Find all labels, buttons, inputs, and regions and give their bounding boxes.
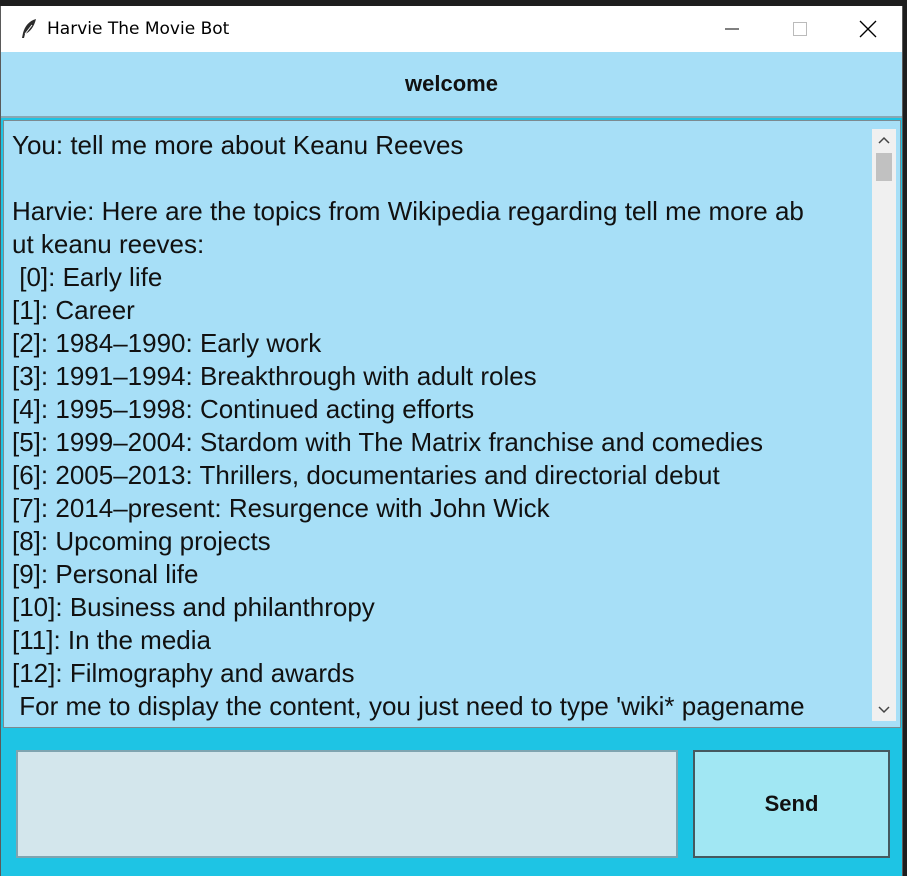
minimize-button[interactable] (698, 6, 766, 52)
scroll-down-button[interactable] (872, 699, 896, 721)
title-bar[interactable]: Harvie The Movie Bot (1, 6, 902, 52)
chevron-down-icon (878, 706, 890, 714)
minimize-icon (725, 28, 739, 30)
app-window: Harvie The Movie Bot welcome You: tell m… (0, 6, 903, 876)
message-input[interactable] (16, 750, 678, 858)
header-bar: welcome (1, 52, 902, 118)
feather-icon (22, 19, 36, 38)
scroll-up-button[interactable] (872, 129, 896, 151)
maximize-button[interactable] (766, 6, 834, 52)
send-button[interactable]: Send (693, 750, 890, 858)
header-title: welcome (405, 71, 498, 96)
window-title: Harvie The Movie Bot (47, 19, 230, 39)
window-controls (698, 6, 902, 52)
close-icon (859, 20, 877, 38)
chevron-up-icon (878, 136, 890, 144)
maximize-icon (793, 22, 807, 36)
scroll-thumb[interactable] (876, 153, 892, 181)
chat-log[interactable]: You: tell me more about Keanu Reeves Har… (3, 120, 901, 728)
chat-scrollbar[interactable] (872, 129, 896, 721)
close-button[interactable] (834, 6, 902, 52)
chat-log-text[interactable]: You: tell me more about Keanu Reeves Har… (12, 129, 870, 721)
